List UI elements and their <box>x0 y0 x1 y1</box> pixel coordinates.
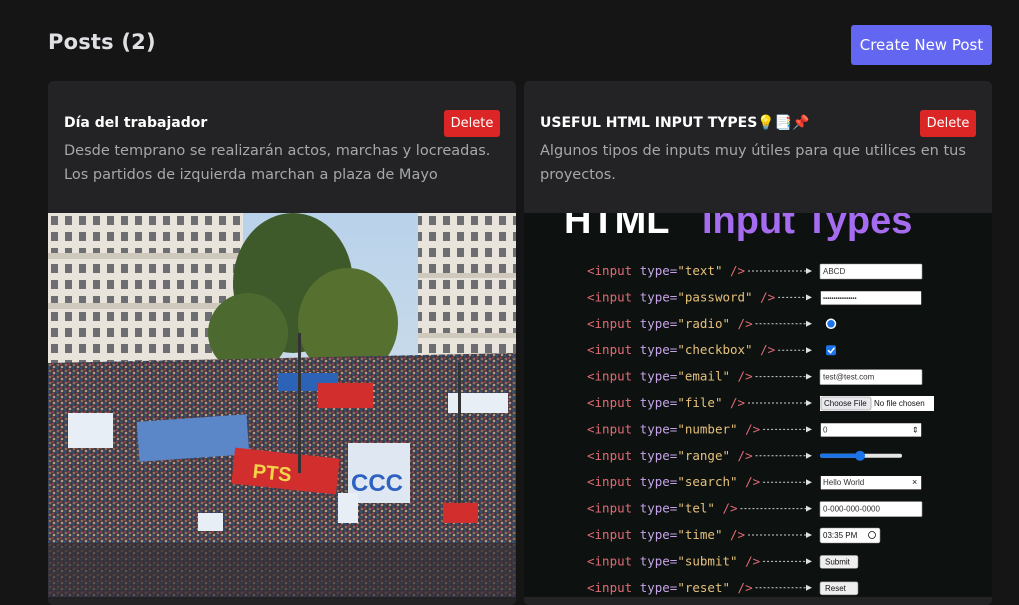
post-title: Día del trabajador <box>64 115 208 131</box>
post-card: Día del trabajador Delete Desde temprano… <box>48 81 516 605</box>
arrow-head-icon <box>806 532 812 538</box>
post-image-input-types-infographic: HTML Input Types <input type="text" /> AB… <box>524 213 992 597</box>
checkbox-demo <box>826 345 836 356</box>
code-line: <input type="submit" /> <box>587 553 760 568</box>
post-body: Algunos tipos de inputs muy útiles para … <box>540 143 966 183</box>
post-card: USEFUL HTML INPUT TYPES💡📑📌 Delete Alguno… <box>524 81 992 605</box>
number-demo <box>819 421 923 439</box>
tel-value: 0-000-000-0000 <box>823 505 880 514</box>
number-value: 0 <box>823 425 828 434</box>
infographic-heading-white: HTML <box>564 213 670 242</box>
arrow-head-icon <box>806 452 812 459</box>
search-value: Hello World <box>823 478 864 487</box>
code-line: <input type="email" /> <box>587 369 753 384</box>
arrow-head-icon <box>806 584 812 591</box>
code-line: <input type="range" /> <box>587 448 753 463</box>
arrow-head-icon <box>806 320 812 327</box>
create-new-post-button[interactable]: Create New Post <box>851 25 992 65</box>
code-line: <input type="search" /> <box>587 474 760 489</box>
infographic-heading-purple: Input Types <box>702 213 912 242</box>
arrow-head-icon <box>806 505 812 512</box>
code-line: <input type="text" /> <box>587 263 745 278</box>
text-value: ABCD <box>823 267 845 276</box>
page-title: Posts (2) <box>48 30 156 54</box>
delete-post-button[interactable]: Delete <box>444 110 500 137</box>
spinner-icon: ⇕ <box>912 425 919 434</box>
choose-file-label: Choose File <box>824 399 867 408</box>
code-line: <input type="radio" /> <box>587 316 753 331</box>
no-file-label: No file chosen <box>874 399 925 408</box>
arrow-head-icon <box>806 479 812 486</box>
arrow-head-icon <box>806 294 812 301</box>
code-line: <input type="reset" /> <box>587 580 753 595</box>
delete-post-button[interactable]: Delete <box>920 110 976 137</box>
post-image-protest-photo: PTS CCC <box>48 213 516 597</box>
arrow-head-icon <box>806 268 812 274</box>
arrow-head-icon <box>806 347 812 354</box>
post-body: Desde temprano se realizarán actos, marc… <box>64 143 491 183</box>
code-line: <input type="tel" /> <box>587 501 738 516</box>
code-line: <input type="password" /> <box>587 289 775 304</box>
clear-icon: × <box>912 477 917 487</box>
code-line: <input type="time" /> <box>587 527 745 542</box>
range-fill <box>820 453 860 458</box>
code-line: <input type="file" /> <box>587 395 745 410</box>
flag-text: PTS <box>252 461 293 487</box>
time-value: 03:35 PM <box>823 531 858 540</box>
code-line: <input type="number" /> <box>587 421 760 436</box>
email-value: test@test.com <box>823 373 875 382</box>
range-thumb <box>855 450 865 461</box>
arrow-head-icon <box>806 373 812 380</box>
post-title: USEFUL HTML INPUT TYPES💡📑📌 <box>540 115 810 131</box>
code-line: <input type="checkbox" /> <box>587 342 775 357</box>
password-value: •••••••••••••••• <box>823 296 857 302</box>
submit-label: Submit <box>825 557 851 566</box>
arrow-head-icon <box>806 400 812 406</box>
banner-text: CCC <box>351 470 403 497</box>
reset-label: Reset <box>825 584 847 593</box>
radio-demo <box>825 318 837 330</box>
arrow-head-icon <box>806 558 812 565</box>
arrow-head-icon <box>806 426 812 433</box>
